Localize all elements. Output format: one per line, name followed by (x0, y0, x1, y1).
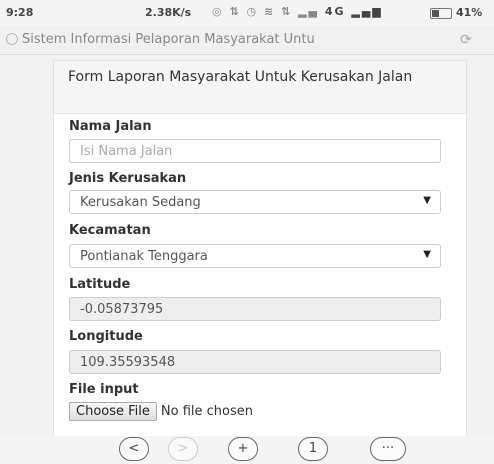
reload-icon[interactable]: ⟳ (460, 32, 472, 48)
latitude-field[interactable]: -0.05873795 (69, 297, 441, 321)
nama-jalan-input[interactable]: Isi Nama Jalan (69, 139, 441, 163)
sync-icon: ⇅ (229, 5, 241, 18)
latitude-label: Latitude (69, 277, 131, 292)
back-button[interactable]: < (119, 437, 149, 461)
nama-jalan-label: Nama Jalan (69, 119, 152, 134)
jenis-kerusakan-select[interactable]: Kerusakan Sedang ▼ (69, 190, 441, 214)
choose-file-button[interactable]: Choose File (69, 402, 157, 421)
caret-down-icon: ▼ (423, 195, 431, 206)
kecamatan-value: Pontianak Tenggara (80, 249, 208, 264)
network-speed: 2.38K/s (145, 6, 192, 19)
status-time: 9:28 (6, 6, 34, 19)
file-input-label: File input (69, 382, 139, 397)
kecamatan-label: Kecamatan (69, 223, 151, 238)
page-url-title[interactable]: Sistem Informasi Pelaporan Masyarakat Un… (22, 32, 442, 47)
file-input: Choose File No file chosen (69, 402, 253, 421)
status-icons: ◎ ⇅ ◷ ≋ ⇅ ▂▄ 4G ▂▄▆ (212, 5, 383, 18)
battery-icon (430, 8, 452, 19)
kecamatan-select[interactable]: Pontianak Tenggara ▼ (69, 244, 441, 268)
file-status: No file chosen (160, 404, 253, 419)
longitude-value: 109.35593548 (80, 355, 176, 370)
form-title: Form Laporan Masyarakat Untuk Kerusakan … (68, 69, 413, 85)
data-arrows-icon: ⇅ (281, 5, 293, 18)
signal-icon: ▂▄ (298, 5, 320, 18)
longitude-label: Longitude (69, 329, 143, 344)
jenis-kerusakan-value: Kerusakan Sedang (80, 195, 201, 210)
battery-percent: 41% (456, 6, 483, 19)
network-type: 4G (324, 5, 346, 18)
tabs-button[interactable]: 1 (298, 437, 328, 461)
nama-jalan-placeholder: Isi Nama Jalan (80, 144, 173, 159)
forward-button[interactable]: > (168, 437, 198, 461)
menu-button[interactable]: ··· (370, 437, 406, 461)
report-form-card: Form Laporan Masyarakat Untuk Kerusakan … (53, 60, 467, 438)
browser-url-bar[interactable]: Sistem Informasi Pelaporan Masyarakat Un… (0, 26, 494, 55)
clock-icon: ◷ (246, 5, 259, 18)
alarm-icon: ◎ (212, 5, 224, 18)
browser-bottom-bar: < > + 1 ··· (0, 436, 494, 464)
status-bar: 9:28 2.38K/s ◎ ⇅ ◷ ≋ ⇅ ▂▄ 4G ▂▄▆ 41% (0, 0, 494, 26)
new-tab-button[interactable]: + (228, 437, 258, 461)
jenis-kerusakan-label: Jenis Kerusakan (69, 171, 187, 186)
site-icon (6, 33, 18, 45)
wifi-icon: ≋ (263, 5, 276, 18)
caret-down-icon: ▼ (423, 249, 431, 260)
signal-strength-icon: ▂▄▆ (351, 5, 383, 18)
form-header: Form Laporan Masyarakat Untuk Kerusakan … (54, 61, 466, 114)
latitude-value: -0.05873795 (80, 302, 164, 317)
longitude-field[interactable]: 109.35593548 (69, 350, 441, 374)
